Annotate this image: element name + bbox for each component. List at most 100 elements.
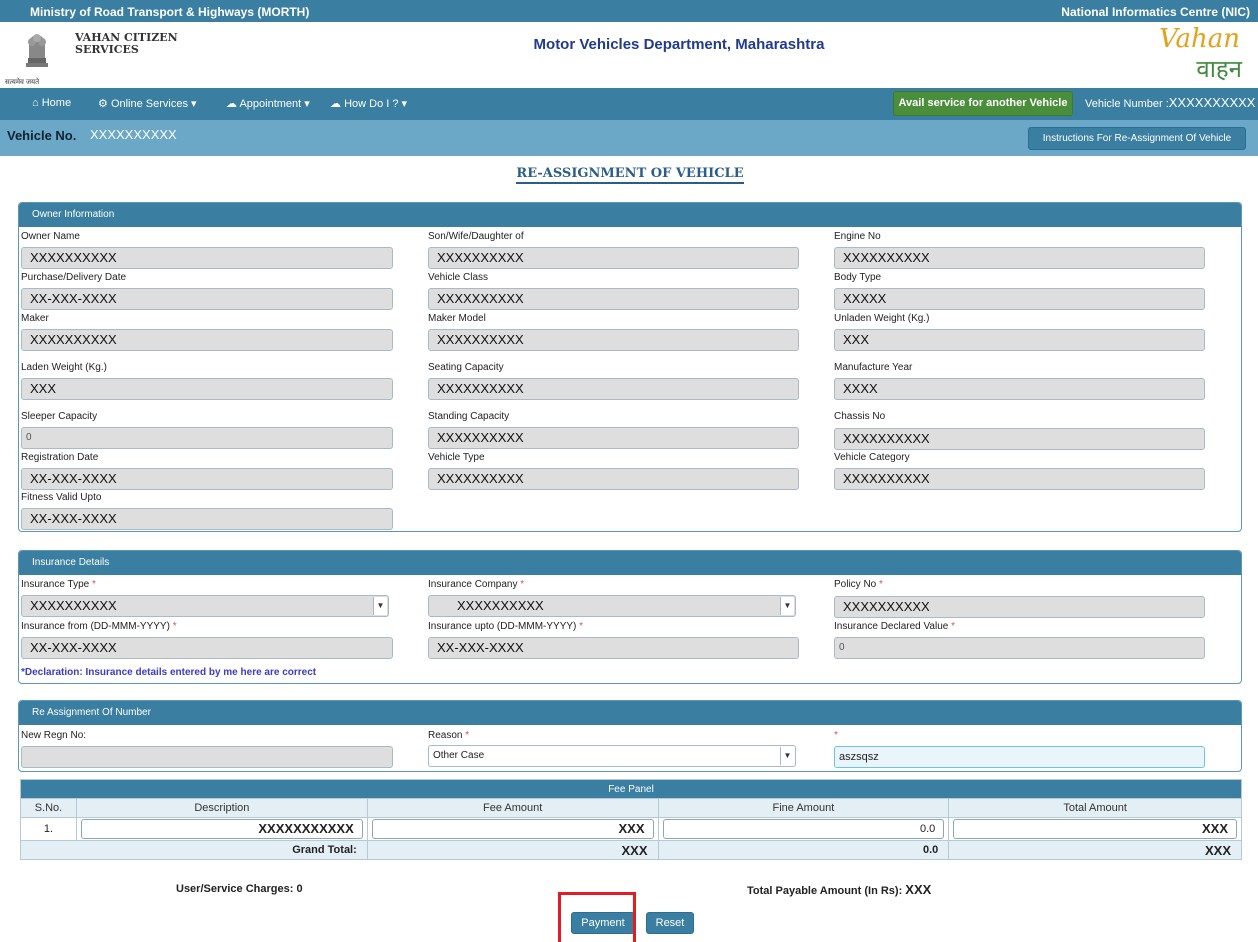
- owner-info-heading: Owner Information: [19, 203, 1241, 227]
- maker-model-label: Maker Model: [428, 313, 486, 324]
- ministry-name: Ministry of Road Transport & Highways (M…: [30, 5, 310, 19]
- maker-model-field: XXXXXXXXXX: [428, 329, 799, 351]
- insurance-heading: Insurance Details: [19, 551, 1241, 575]
- standing-capacity-field: XXXXXXXXXX: [428, 427, 799, 449]
- vahan-logo: Vahan वाहन: [1150, 24, 1248, 84]
- gear-icon: ⚙: [98, 98, 108, 110]
- maker-field: XXXXXXXXXX: [21, 329, 393, 351]
- fitness-valid-label: Fitness Valid Upto: [21, 492, 102, 503]
- reason-value: Other Case: [433, 750, 485, 761]
- insurance-from-label-text: Insurance from (DD-MMM-YYYY): [21, 621, 170, 632]
- grand-total: XXX: [948, 840, 1242, 860]
- other-reason-input[interactable]: aszsqsz: [834, 746, 1205, 768]
- insurance-company-value: XXXXXXXXXX: [457, 598, 544, 613]
- new-regn-field: [21, 746, 393, 768]
- required-mark: *: [834, 730, 838, 741]
- page-title-text: RE-ASSIGNMENT OF VEHICLE: [516, 166, 744, 184]
- unladen-weight-field: XXX: [834, 329, 1205, 351]
- grand-fine: 0.0: [657, 840, 950, 860]
- swd-label: Son/Wife/Daughter of: [428, 231, 524, 242]
- nav-online-services[interactable]: ⚙ Online Services ▾: [98, 97, 197, 110]
- idv-field[interactable]: 0: [834, 637, 1205, 659]
- engine-no-label: Engine No: [834, 231, 881, 242]
- registration-date-label: Registration Date: [21, 452, 99, 463]
- caret-down-icon: ▾: [191, 98, 197, 110]
- col-sno: S.No.: [20, 798, 77, 818]
- insurance-from-field[interactable]: XX-XXX-XXXX: [21, 637, 393, 659]
- body-type-label: Body Type: [834, 272, 882, 283]
- insurance-type-value: XXXXXXXXXX: [30, 598, 117, 613]
- required-mark: *: [579, 621, 584, 632]
- avail-another-vehicle-button[interactable]: Avail service for another Vehicle: [893, 91, 1073, 116]
- nav-how-do-i[interactable]: ☁ How Do I ? ▾: [330, 97, 407, 110]
- reason-label: Reason *: [428, 730, 469, 741]
- vehicle-type-label: Vehicle Type: [428, 452, 485, 463]
- required-mark: *: [172, 621, 177, 632]
- chevron-down-icon: ▼: [780, 597, 794, 615]
- insurance-company-select[interactable]: XXXXXXXXXX ▼: [428, 595, 796, 617]
- total-payable-label: Total Payable Amount (In Rs):: [747, 885, 903, 897]
- total-payable-value: XXX: [905, 882, 932, 897]
- vahan-logo-hi: वाहन: [1196, 56, 1242, 83]
- required-mark: *: [520, 579, 525, 590]
- engine-no-field: XXXXXXXXXX: [834, 247, 1205, 269]
- policy-no-label-text: Policy No: [834, 579, 877, 590]
- idv-label: Insurance Declared Value *: [834, 621, 955, 632]
- brand-header: सत्यमेव जयते VAHAN CITIZEN SERVICES Moto…: [0, 22, 1258, 88]
- laden-weight-field: XXX: [21, 378, 393, 400]
- maker-label: Maker: [21, 313, 49, 324]
- manufacture-year-field: XXXX: [834, 378, 1205, 400]
- purchase-date-label: Purchase/Delivery Date: [21, 272, 127, 283]
- seating-capacity-field: XXXXXXXXXX: [428, 378, 799, 400]
- fee-panel-title: Fee Panel: [20, 779, 1242, 799]
- grand-total-label: Grand Total:: [20, 840, 368, 860]
- vehicle-no-label: Vehicle No.: [7, 128, 77, 143]
- nav-home[interactable]: ⌂ Home: [32, 97, 71, 109]
- vehicle-category-field: XXXXXXXXXX: [834, 468, 1205, 490]
- row-fine-amount: 0.0: [662, 819, 945, 839]
- policy-no-field[interactable]: XXXXXXXXXX: [834, 596, 1205, 618]
- vehicle-class-label: Vehicle Class: [428, 272, 489, 283]
- grand-total-row: Grand Total: XXX 0.0 XXX: [20, 840, 1242, 860]
- main-nav: ⌂ Home ⚙ Online Services ▾ ☁ Appointment…: [0, 88, 1258, 120]
- chevron-down-icon: ▼: [780, 747, 794, 765]
- instructions-button[interactable]: Instructions For Re-Assignment Of Vehicl…: [1028, 127, 1246, 150]
- insurance-upto-label: Insurance upto (DD-MMM-YYYY) *: [428, 621, 583, 632]
- row-fee-amount: XXX: [371, 819, 654, 839]
- cloud-icon: ☁: [330, 98, 341, 110]
- insurance-type-label-text: Insurance Type: [21, 579, 90, 590]
- required-mark: *: [951, 621, 956, 632]
- sleeper-capacity-label: Sleeper Capacity: [21, 411, 98, 422]
- user-service-charges: User/Service Charges: 0: [176, 883, 303, 895]
- motto-text: सत्यमेव जयते: [5, 79, 40, 86]
- nav-online-services-label: Online Services: [110, 98, 188, 110]
- insurance-type-select[interactable]: XXXXXXXXXX ▼: [21, 595, 389, 617]
- row-total-amount: XXX: [953, 819, 1237, 839]
- total-payable: Total Payable Amount (In Rs): XXX: [747, 882, 931, 897]
- home-icon: ⌂: [32, 97, 39, 109]
- reassignment-heading: Re Assignment Of Number: [19, 701, 1241, 725]
- reason-select[interactable]: Other Case ▼: [428, 745, 796, 767]
- department-title: Motor Vehicles Department, Maharashtra: [533, 36, 825, 53]
- purchase-date-field: XX-XXX-XXXX: [21, 288, 393, 310]
- vehicle-no-value: XXXXXXXXXX: [90, 127, 177, 142]
- insurance-upto-field[interactable]: XX-XXX-XXXX: [428, 637, 799, 659]
- caret-down-icon: ▾: [401, 98, 408, 110]
- grand-fee: XXX: [366, 840, 659, 860]
- cloud-icon: ☁: [226, 98, 237, 110]
- nav-appointment[interactable]: ☁ Appointment ▾: [226, 97, 310, 110]
- reason-label-text: Reason: [428, 730, 463, 741]
- vehicle-number-value: XXXXXXXXXX: [1168, 95, 1256, 110]
- policy-no-label: Policy No *: [834, 579, 883, 590]
- col-fee-amount: Fee Amount: [366, 798, 659, 818]
- insurance-declaration: *Declaration: Insurance details entered …: [21, 667, 317, 678]
- swd-field: XXXXXXXXXX: [428, 247, 799, 269]
- idv-label-text: Insurance Declared Value: [834, 621, 949, 632]
- registration-date-field: XX-XXX-XXXX: [21, 468, 393, 490]
- reset-button[interactable]: Reset: [646, 912, 694, 934]
- col-fine-amount: Fine Amount: [657, 798, 950, 818]
- nav-home-label: Home: [41, 97, 72, 109]
- row-description: XXXXXXXXXXX: [80, 819, 363, 839]
- nav-appointment-label: Appointment: [239, 98, 302, 110]
- required-mark: *: [879, 579, 883, 590]
